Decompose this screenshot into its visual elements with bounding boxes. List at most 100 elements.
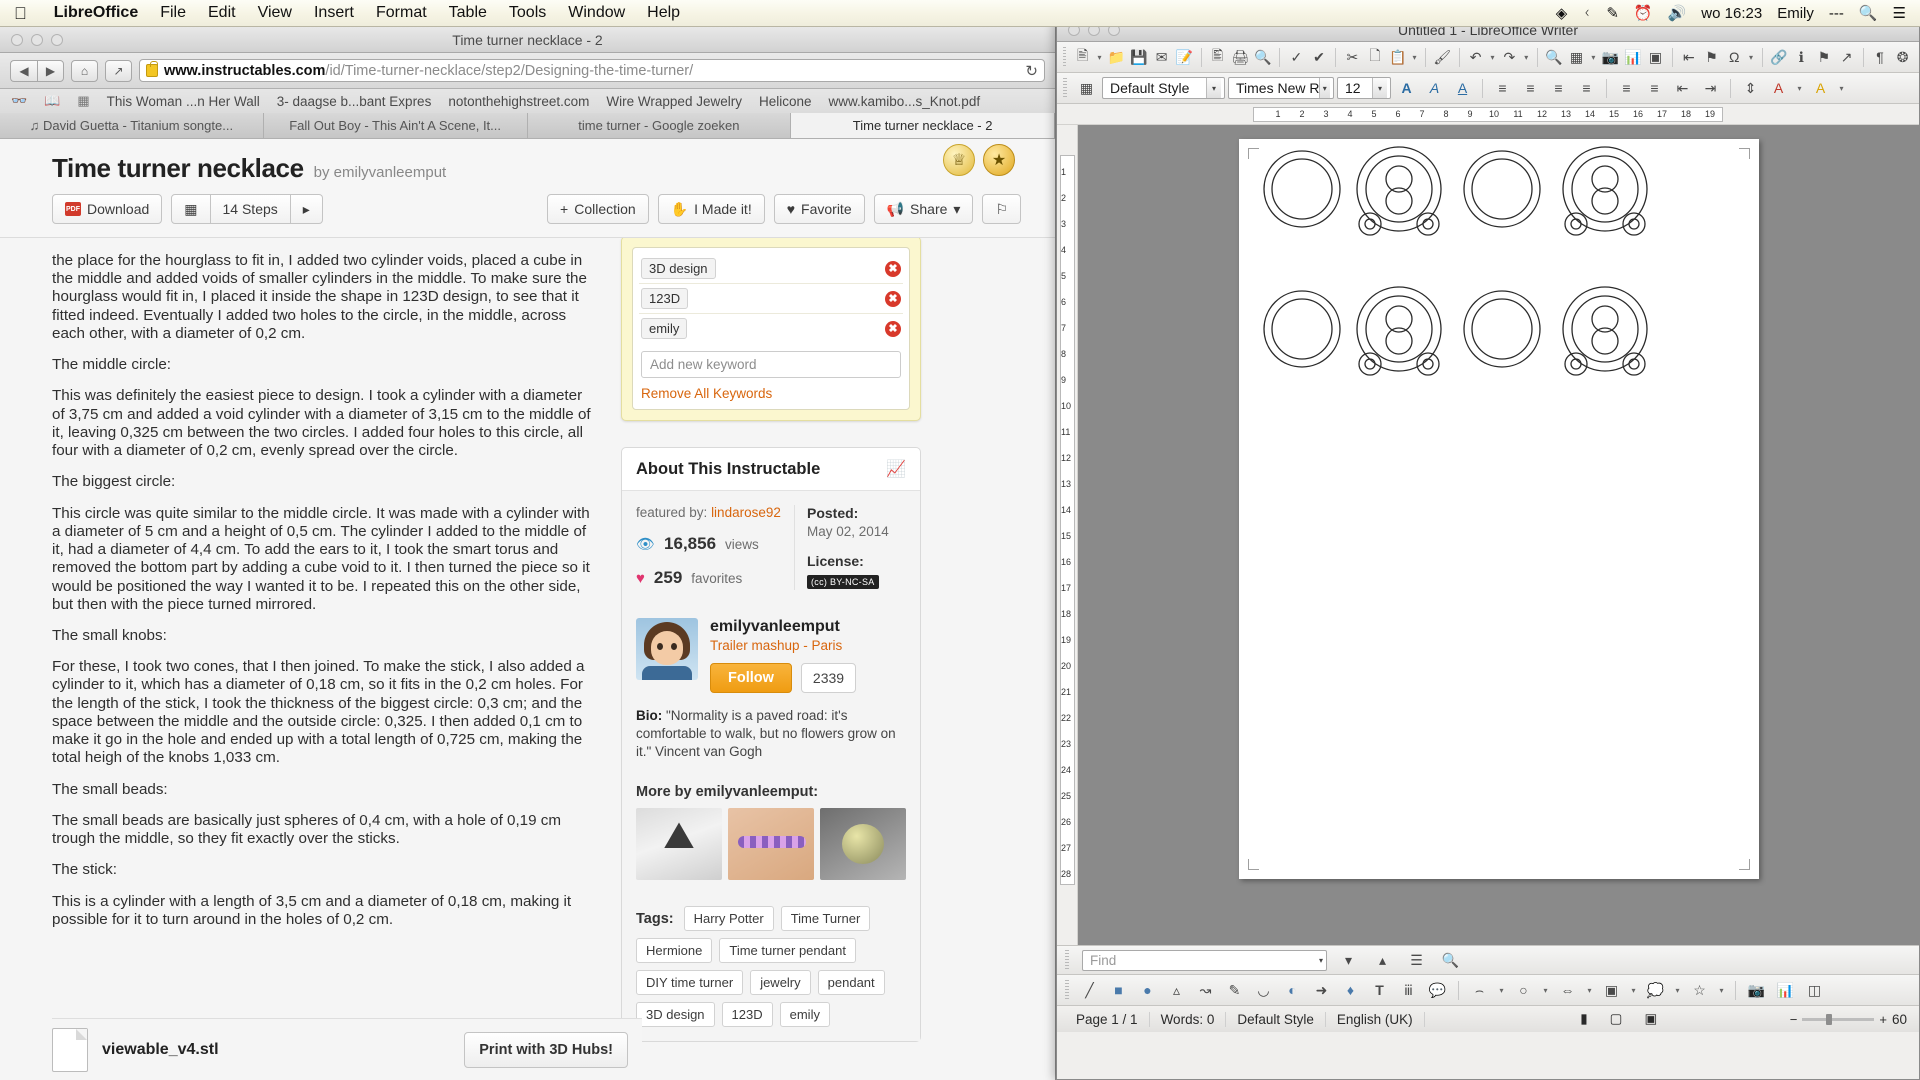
zoom-knob[interactable] xyxy=(1826,1013,1833,1025)
share-icon[interactable]: ↗ xyxy=(105,59,132,82)
reader-icon[interactable]: 👓 xyxy=(11,93,27,109)
bookmark-item[interactable]: notonthehighstreet.com xyxy=(448,94,589,109)
tag-item[interactable]: pendant xyxy=(817,970,885,996)
tab-google-zoeken[interactable]: time turner - Google zoeken xyxy=(527,113,792,138)
tag-item[interactable]: Time turner pendant xyxy=(719,938,856,964)
origami-crane-thumb[interactable] xyxy=(636,808,722,881)
formatting-marks-icon[interactable]: ¶ xyxy=(1870,45,1891,69)
stars-dropdown-icon[interactable]: ▾ xyxy=(1716,978,1727,1002)
find-next-icon[interactable]: ▴ xyxy=(1370,948,1395,972)
cut-icon[interactable]: ✂ xyxy=(1342,45,1363,69)
find-all-icon[interactable]: ☰ xyxy=(1404,948,1429,972)
image-icon[interactable]: 📷 xyxy=(1744,978,1769,1002)
find-prev-icon[interactable]: ▾ xyxy=(1336,948,1361,972)
callout-shapes-icon[interactable]: 💭 xyxy=(1643,978,1668,1002)
floating-frame-icon[interactable]: ◫ xyxy=(1802,978,1827,1002)
tag-item[interactable]: jewelry xyxy=(750,970,811,996)
autospellcheck-icon[interactable]: ✔ xyxy=(1309,45,1330,69)
menu-libreoffice[interactable]: LibreOffice xyxy=(43,4,149,22)
print-icon[interactable]: 🖨 xyxy=(1230,45,1251,69)
copy-icon[interactable]: 🗋 xyxy=(1365,45,1386,69)
line-spacing-icon[interactable]: ⇕ xyxy=(1738,76,1763,100)
delete-circle-icon[interactable]: ✖ xyxy=(885,320,901,337)
image-insert-icon[interactable]: 📷 xyxy=(1600,45,1621,69)
font-name-combo[interactable]: Times New Roma ▾ xyxy=(1228,77,1334,99)
arrow-shapes-dropdown-icon[interactable]: ▾ xyxy=(1496,978,1507,1002)
redo-icon[interactable]: ↷ xyxy=(1499,45,1520,69)
apple-icon[interactable]:  xyxy=(14,5,27,22)
tag-item[interactable]: Time Turner xyxy=(780,906,871,932)
symbol-shapes-dropdown-icon[interactable]: ▾ xyxy=(1540,978,1551,1002)
flag-button[interactable]: ⚐ xyxy=(982,194,1021,224)
menu-format[interactable]: Format xyxy=(365,4,438,22)
chevron-right-icon[interactable]: ▸ xyxy=(290,194,323,224)
tab-time-turner-necklace[interactable]: Time turner necklace - 2 xyxy=(791,113,1055,138)
delete-circle-icon[interactable]: ✖ xyxy=(885,260,901,277)
print-preview-icon[interactable]: 🔍 xyxy=(1253,45,1274,69)
formatting-grip[interactable] xyxy=(1063,78,1067,98)
menu-edit[interactable]: Edit xyxy=(197,4,247,22)
grid-icon[interactable]: ▦ xyxy=(77,93,89,109)
horizontal-ruler[interactable]: 1 2 3 4 5 6 7 8 9 10 11 12 13 14 15 16 17 18 19 xyxy=(1057,104,1919,125)
license-badge[interactable]: (cc) BY-NC-SA xyxy=(807,575,879,589)
book-view-icon[interactable]: ▣ xyxy=(1633,1011,1668,1027)
paragraph-style-icon[interactable]: ▦ xyxy=(1074,76,1099,100)
curve-icon[interactable]: ↝ xyxy=(1193,978,1218,1002)
unordered-list-icon[interactable]: ≡ xyxy=(1614,76,1639,100)
menu-view[interactable]: View xyxy=(247,4,303,22)
tag-item[interactable]: Hermione xyxy=(636,938,713,964)
field-icon[interactable]: ⚑ xyxy=(1701,45,1722,69)
share-button[interactable]: 📢 Share ▾ xyxy=(873,194,974,224)
file-name[interactable]: viewable_v4.stl xyxy=(102,1041,219,1059)
address-bar[interactable]: www.instructables.com /id/Time-turner-ne… xyxy=(139,59,1045,82)
find-replace-icon[interactable]: 🔍 xyxy=(1438,948,1463,972)
menu-insert[interactable]: Insert xyxy=(303,4,365,22)
i-made-it-button[interactable]: ✋ I Made it! xyxy=(657,194,765,224)
tag-item[interactable]: emily xyxy=(779,1002,830,1028)
chevron-down-icon[interactable]: ▾ xyxy=(1206,78,1221,98)
home-icon[interactable]: ⌂ xyxy=(71,59,98,82)
spelling-icon[interactable]: ✓ xyxy=(1286,45,1307,69)
zoom-in-icon[interactable]: + xyxy=(1879,1012,1887,1027)
page-break-icon[interactable]: ⇤ xyxy=(1679,45,1700,69)
steps-button[interactable]: 14 Steps xyxy=(210,194,291,224)
paste-icon[interactable]: 📋 xyxy=(1387,45,1408,69)
menu-help[interactable]: Help xyxy=(636,4,691,22)
avatar[interactable] xyxy=(636,618,698,680)
freeform-line-icon[interactable]: ✎ xyxy=(1222,978,1247,1002)
special-character-icon[interactable]: Ω xyxy=(1724,45,1745,69)
find-grip[interactable] xyxy=(1065,950,1069,970)
pen-icon[interactable]: ✎ xyxy=(1606,4,1619,22)
email-icon[interactable]: ✉ xyxy=(1151,45,1172,69)
zoom-out-icon[interactable]: − xyxy=(1790,1012,1798,1027)
document-page[interactable] xyxy=(1238,139,1759,879)
cross-reference-icon[interactable]: ↗ xyxy=(1836,45,1857,69)
menubar-extra[interactable]: --- xyxy=(1829,5,1844,22)
back-arrow-icon[interactable]: ◀ xyxy=(10,59,37,82)
tag-item[interactable]: 3D design xyxy=(636,1002,715,1028)
menu-file[interactable]: File xyxy=(149,4,197,22)
forward-arrow-icon[interactable]: ▶ xyxy=(37,59,64,82)
text-box-icon[interactable]: T xyxy=(1367,978,1392,1002)
find-replace-icon[interactable]: 🔍 xyxy=(1544,45,1565,69)
chart-icon[interactable]: 📈 xyxy=(886,459,906,479)
find-dropdown-icon[interactable]: ▾ xyxy=(1319,956,1323,965)
chevron-down-icon[interactable]: ▾ xyxy=(1318,78,1330,98)
chart-icon[interactable]: 📊 xyxy=(1773,978,1798,1002)
tab-fall-out-boy[interactable]: Fall Out Boy - This Ain't A Scene, It... xyxy=(263,113,528,138)
document-canvas[interactable] xyxy=(1078,125,1919,945)
vertical-text-icon[interactable]: ⅲ xyxy=(1396,978,1421,1002)
block-arrows-icon[interactable]: ⇔ xyxy=(1555,978,1580,1002)
dropbox-icon[interactable]: ◈ xyxy=(1556,4,1568,22)
time-turner-drawings[interactable] xyxy=(1239,139,1759,879)
arrow-shapes-icon[interactable]: ⌢ xyxy=(1467,978,1492,1002)
decrease-indent-icon[interactable]: ⇤ xyxy=(1670,76,1695,100)
chevron-down-icon[interactable]: ▾ xyxy=(1372,78,1387,98)
bookmark-item[interactable]: 3- daagse b...bant Expres xyxy=(277,94,432,109)
export-pdf-icon[interactable]: 🖺 xyxy=(1207,45,1228,69)
chart-insert-icon[interactable]: 📊 xyxy=(1623,45,1644,69)
bold-icon[interactable]: A xyxy=(1394,76,1419,100)
featured-badge[interactable]: ★ xyxy=(983,144,1015,176)
bluetooth-icon[interactable]: ᚲ xyxy=(1582,5,1591,22)
table-dropdown-icon[interactable]: ▾ xyxy=(1589,45,1598,69)
